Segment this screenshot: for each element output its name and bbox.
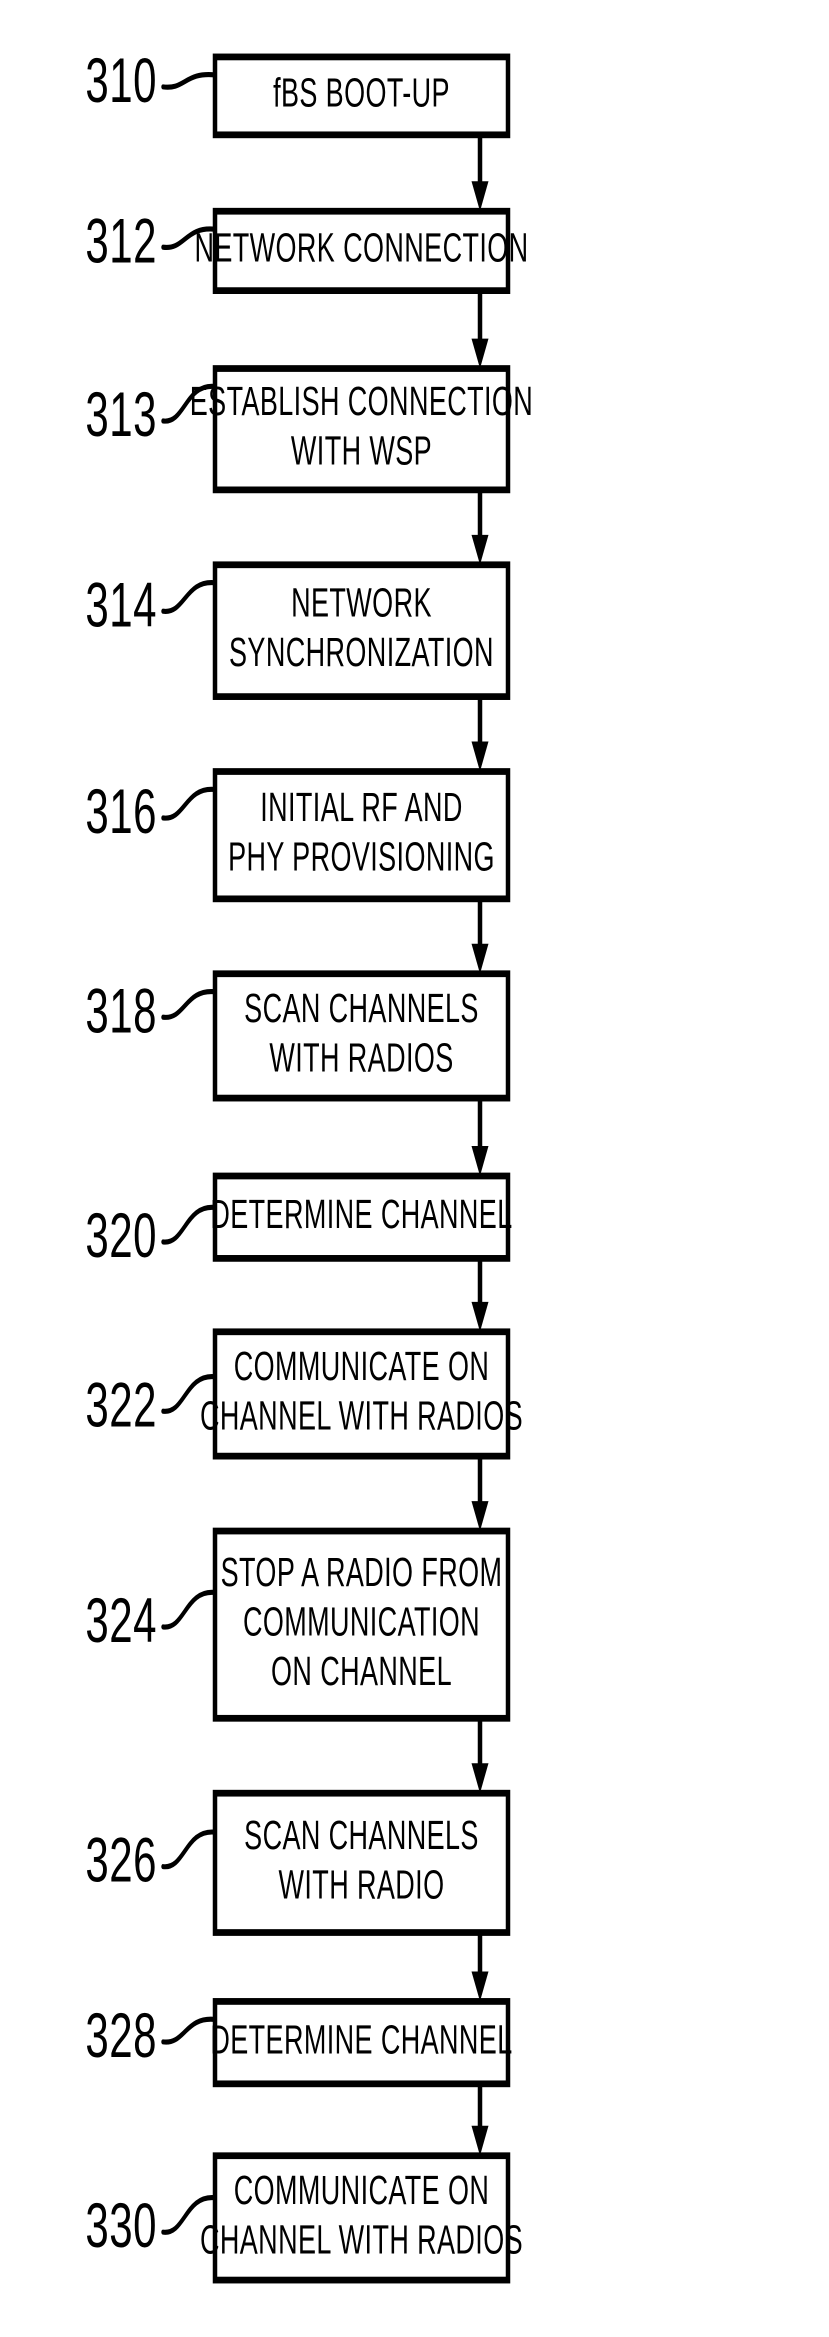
process-box-label-312: NETWORK CONNECTION <box>194 226 528 271</box>
flow-arrow-head <box>471 181 489 212</box>
process-box-label-324: STOP A RADIO FROM <box>221 1551 503 1596</box>
flow-arrow-head <box>471 1146 489 1176</box>
flow-arrow-head <box>471 1971 489 2002</box>
reference-numeral-328: 328 <box>85 2002 157 2071</box>
reference-numeral-314: 314 <box>85 571 157 640</box>
flow-arrow-head <box>471 338 489 369</box>
leader-line-316 <box>161 786 217 821</box>
process-box-label-330: CHANNEL WITH RADIOS <box>200 2218 523 2263</box>
leader-line-326 <box>161 1829 217 1870</box>
flow-arrow-head <box>471 1763 489 1794</box>
flow-arrow-head <box>471 534 489 565</box>
reference-numeral-316: 316 <box>85 778 157 847</box>
process-box-label-328: DETERMINE CHANNEL <box>210 2018 512 2063</box>
process-box-label-310: fBS BOOT-UP <box>273 71 450 116</box>
flow-arrow-head <box>471 741 489 772</box>
leader-line-318 <box>161 989 217 1020</box>
reference-numeral-318: 318 <box>85 977 157 1046</box>
reference-numeral-322: 322 <box>85 1371 157 1440</box>
flow-arrow-head <box>471 943 489 974</box>
process-box-label-322: COMMUNICATE ON <box>234 1345 489 1390</box>
flow-arrow-head <box>471 2125 489 2156</box>
leader-line-314 <box>161 580 217 614</box>
reference-numeral-330: 330 <box>85 2192 157 2261</box>
process-box-label-316: INITIAL RF AND <box>260 786 463 831</box>
reference-numeral-326: 326 <box>85 1826 157 1895</box>
reference-numeral-320: 320 <box>85 1202 157 1271</box>
process-box-label-324: ON CHANNEL <box>271 1649 452 1694</box>
leader-line-328 <box>161 2016 217 2045</box>
process-box-label-326: WITH RADIO <box>279 1863 445 1908</box>
process-box-label-318: WITH RADIOS <box>269 1036 453 1081</box>
process-box-label-330: COMMUNICATE ON <box>234 2169 489 2214</box>
process-box-label-313: WITH WSP <box>291 429 432 474</box>
patent-flowchart-figure: fBS BOOT-UP NETWORK CONNECTION ESTABLISH C… <box>0 0 829 2337</box>
process-box-label-326: SCAN CHANNELS <box>244 1814 479 1859</box>
flow-arrow-head <box>471 1301 489 1332</box>
process-box-label-318: SCAN CHANNELS <box>244 987 479 1032</box>
process-box-label-314: SYNCHRONIZATION <box>229 631 494 676</box>
reference-numeral-324: 324 <box>85 1587 157 1656</box>
leader-line-310 <box>161 72 217 90</box>
flowchart-canvas: fBS BOOT-UP NETWORK CONNECTION ESTABLISH C… <box>85 47 533 2284</box>
process-box-label-320: DETERMINE CHANNEL <box>210 1193 512 1238</box>
process-box-label-324: COMMUNICATION <box>243 1600 480 1645</box>
reference-numeral-312: 312 <box>85 207 157 276</box>
leader-line-320 <box>161 1204 217 1245</box>
reference-numeral-313: 313 <box>85 381 157 450</box>
process-box-label-316: PHY PROVISIONING <box>228 835 495 880</box>
flow-arrow-head <box>471 1501 489 1532</box>
reference-numeral-310: 310 <box>85 47 157 116</box>
leader-line-324 <box>161 1589 217 1630</box>
process-box-label-313: ESTABLISH CONNECTION <box>190 380 533 425</box>
process-box-label-322: CHANNEL WITH RADIOS <box>200 1394 523 1439</box>
process-box-label-314: NETWORK <box>291 581 432 626</box>
